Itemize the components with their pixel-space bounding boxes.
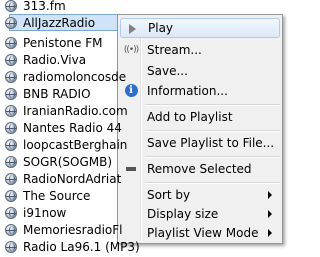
globe-icon xyxy=(5,138,17,151)
globe-icon xyxy=(5,16,17,29)
menu-item-label: Save... xyxy=(147,64,188,78)
playlist-item-label: Radio.Viva xyxy=(23,52,87,67)
globe-icon xyxy=(5,121,17,134)
playlist-item-label: The Source xyxy=(23,188,91,203)
playlist-item-label: BNB RADIO xyxy=(23,86,91,101)
menu-separator xyxy=(145,130,280,132)
submenu-arrow-icon xyxy=(268,210,272,218)
globe-icon xyxy=(5,104,17,117)
globe-icon xyxy=(5,0,17,12)
menu-separator xyxy=(145,182,280,184)
menu-separator xyxy=(145,156,280,158)
globe-icon xyxy=(5,206,17,219)
menu-item-label: Sort by xyxy=(147,188,191,202)
playlist-item-label: Penistone FM xyxy=(23,35,103,50)
menu-item-play[interactable]: Play xyxy=(120,18,280,38)
menu-item-playlist-view-mode[interactable]: Playlist View Mode xyxy=(120,223,280,243)
menu-item-add-to-playlist[interactable]: Add to Playlist xyxy=(120,107,280,127)
playlist-item-label: SOGR(SOGMB) xyxy=(23,154,113,169)
menu-item-stream[interactable]: ((•)) Stream... xyxy=(120,40,280,60)
menu-item-label: Save Playlist to File... xyxy=(147,136,275,150)
menu-item-sort-by[interactable]: Sort by xyxy=(120,185,280,205)
playlist-item-label: Nantes Radio 44 xyxy=(23,120,122,135)
playlist-item-label: AllJazzRadio xyxy=(23,15,96,30)
play-icon xyxy=(124,22,140,35)
menu-item-label: Play xyxy=(148,21,174,35)
playlist-item-label: radiomoloncosde xyxy=(23,69,127,84)
menu-item-information[interactable]: i Information... xyxy=(120,81,280,101)
playlist-item-label: RadioNordAdriat xyxy=(23,171,122,186)
playlist-item-label: 313.fm xyxy=(23,0,66,13)
globe-icon xyxy=(5,189,17,202)
playlist-item-label: MemoriesradioFl xyxy=(23,222,123,237)
menu-item-save-playlist[interactable]: Save Playlist to File... xyxy=(120,133,280,153)
globe-icon xyxy=(5,70,17,83)
menu-item-label: Information... xyxy=(147,84,228,98)
globe-icon xyxy=(5,240,17,253)
playlist-item-label: Radio La96.1 (MP3) xyxy=(23,239,140,254)
playlist-item-label: loopcastBerghain xyxy=(23,137,128,152)
globe-icon xyxy=(5,172,17,185)
menu-item-label: Display size xyxy=(147,207,219,221)
menu-item-label: Stream... xyxy=(147,43,202,57)
globe-icon xyxy=(5,36,17,49)
menu-item-label: Add to Playlist xyxy=(147,110,233,124)
playlist-item-label: i91now xyxy=(23,205,67,220)
globe-icon xyxy=(5,155,17,168)
menu-item-remove-selected[interactable]: Remove Selected xyxy=(120,159,280,179)
playlist-item-label: IranianRadio.com xyxy=(23,103,128,118)
submenu-arrow-icon xyxy=(268,191,272,199)
info-icon: i xyxy=(123,84,139,97)
menu-separator xyxy=(145,104,280,106)
globe-icon xyxy=(5,53,17,66)
menu-item-save[interactable]: Save... xyxy=(120,61,280,81)
context-menu: Play ((•)) Stream... Save... i Informati… xyxy=(117,14,283,244)
menu-item-label: Playlist View Mode xyxy=(147,226,259,240)
globe-icon xyxy=(5,87,17,100)
menu-item-display-size[interactable]: Display size xyxy=(120,204,280,224)
remove-icon xyxy=(123,162,139,175)
stream-icon: ((•)) xyxy=(123,44,139,55)
globe-icon xyxy=(5,223,17,236)
submenu-arrow-icon xyxy=(268,229,272,237)
menu-item-label: Remove Selected xyxy=(147,162,252,176)
